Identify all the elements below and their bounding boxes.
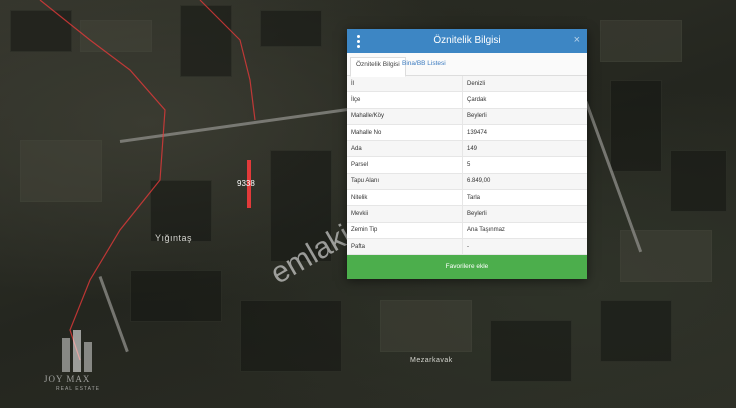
- attribute-table: İl Denizli İlçe Çardak Mahalle/Köy Beylerli…: [347, 76, 587, 256]
- attr-key: Ada: [347, 140, 463, 158]
- attr-value: Beylerli: [462, 205, 587, 223]
- attr-value: -: [462, 238, 587, 256]
- tab-building-list[interactable]: Bina/BB Listesi: [397, 57, 451, 75]
- table-row: Pafta -: [347, 238, 587, 256]
- table-row: İlçe Çardak: [347, 91, 587, 109]
- dialog-header: Öznitelik Bilgisi ×: [347, 29, 587, 53]
- attr-value: 139474: [462, 124, 587, 142]
- attr-key: İlçe: [347, 91, 463, 109]
- table-row: Ada 149: [347, 140, 587, 158]
- attr-key: Mahalle No: [347, 124, 463, 142]
- agency-logo: JOY MAX REAL ESTATE: [44, 330, 114, 398]
- dialog-title: Öznitelik Bilgisi: [433, 35, 501, 46]
- attr-key: Tapu Alanı: [347, 173, 463, 191]
- village-label-mezarkavak: Mezarkavak: [410, 357, 453, 364]
- logo-building-icon: [62, 330, 92, 372]
- attr-value: 5: [462, 156, 587, 174]
- village-label-yigintas: Yığıntaş: [155, 233, 193, 243]
- parcel-number-label: 9338: [237, 179, 255, 188]
- table-row: Mahalle No 139474: [347, 124, 587, 142]
- add-to-favorites-button[interactable]: Favorilere ekle: [347, 255, 587, 279]
- table-row: Tapu Alanı 6.849,00: [347, 173, 587, 191]
- dialog-tabs: Öznitelik Bilgisi Bina/BB Listesi: [347, 53, 587, 77]
- attr-key: Zemin Tip: [347, 222, 463, 239]
- logo-subtext: REAL ESTATE: [56, 386, 100, 392]
- attr-value: Çardak: [462, 91, 587, 109]
- table-row: Mevkii Beylerli: [347, 205, 587, 223]
- attr-value: 149: [462, 140, 587, 158]
- attribute-info-dialog: Öznitelik Bilgisi × Öznitelik Bilgisi Bi…: [347, 29, 587, 279]
- attr-value: Denizli: [462, 76, 587, 93]
- attr-key: İl: [347, 76, 463, 93]
- table-row: Mahalle/Köy Beylerli: [347, 108, 587, 125]
- attr-key: Pafta: [347, 238, 463, 256]
- attr-key: Mevkii: [347, 205, 463, 223]
- attr-key: Nitelik: [347, 189, 463, 207]
- table-row: İl Denizli: [347, 76, 587, 93]
- table-row: Nitelik Tarla: [347, 189, 587, 207]
- attr-value: 6.849,00: [462, 173, 587, 191]
- table-row: Parsel 5: [347, 156, 587, 174]
- attr-key: Parsel: [347, 156, 463, 174]
- attr-value: Beylerli: [462, 108, 587, 125]
- attr-value: Ana Taşınmaz: [462, 222, 587, 239]
- attr-key: Mahalle/Köy: [347, 108, 463, 125]
- table-row: Zemin Tip Ana Taşınmaz: [347, 222, 587, 239]
- logo-text: JOY MAX: [44, 374, 91, 384]
- close-icon[interactable]: ×: [574, 34, 580, 46]
- attr-value: Tarla: [462, 189, 587, 207]
